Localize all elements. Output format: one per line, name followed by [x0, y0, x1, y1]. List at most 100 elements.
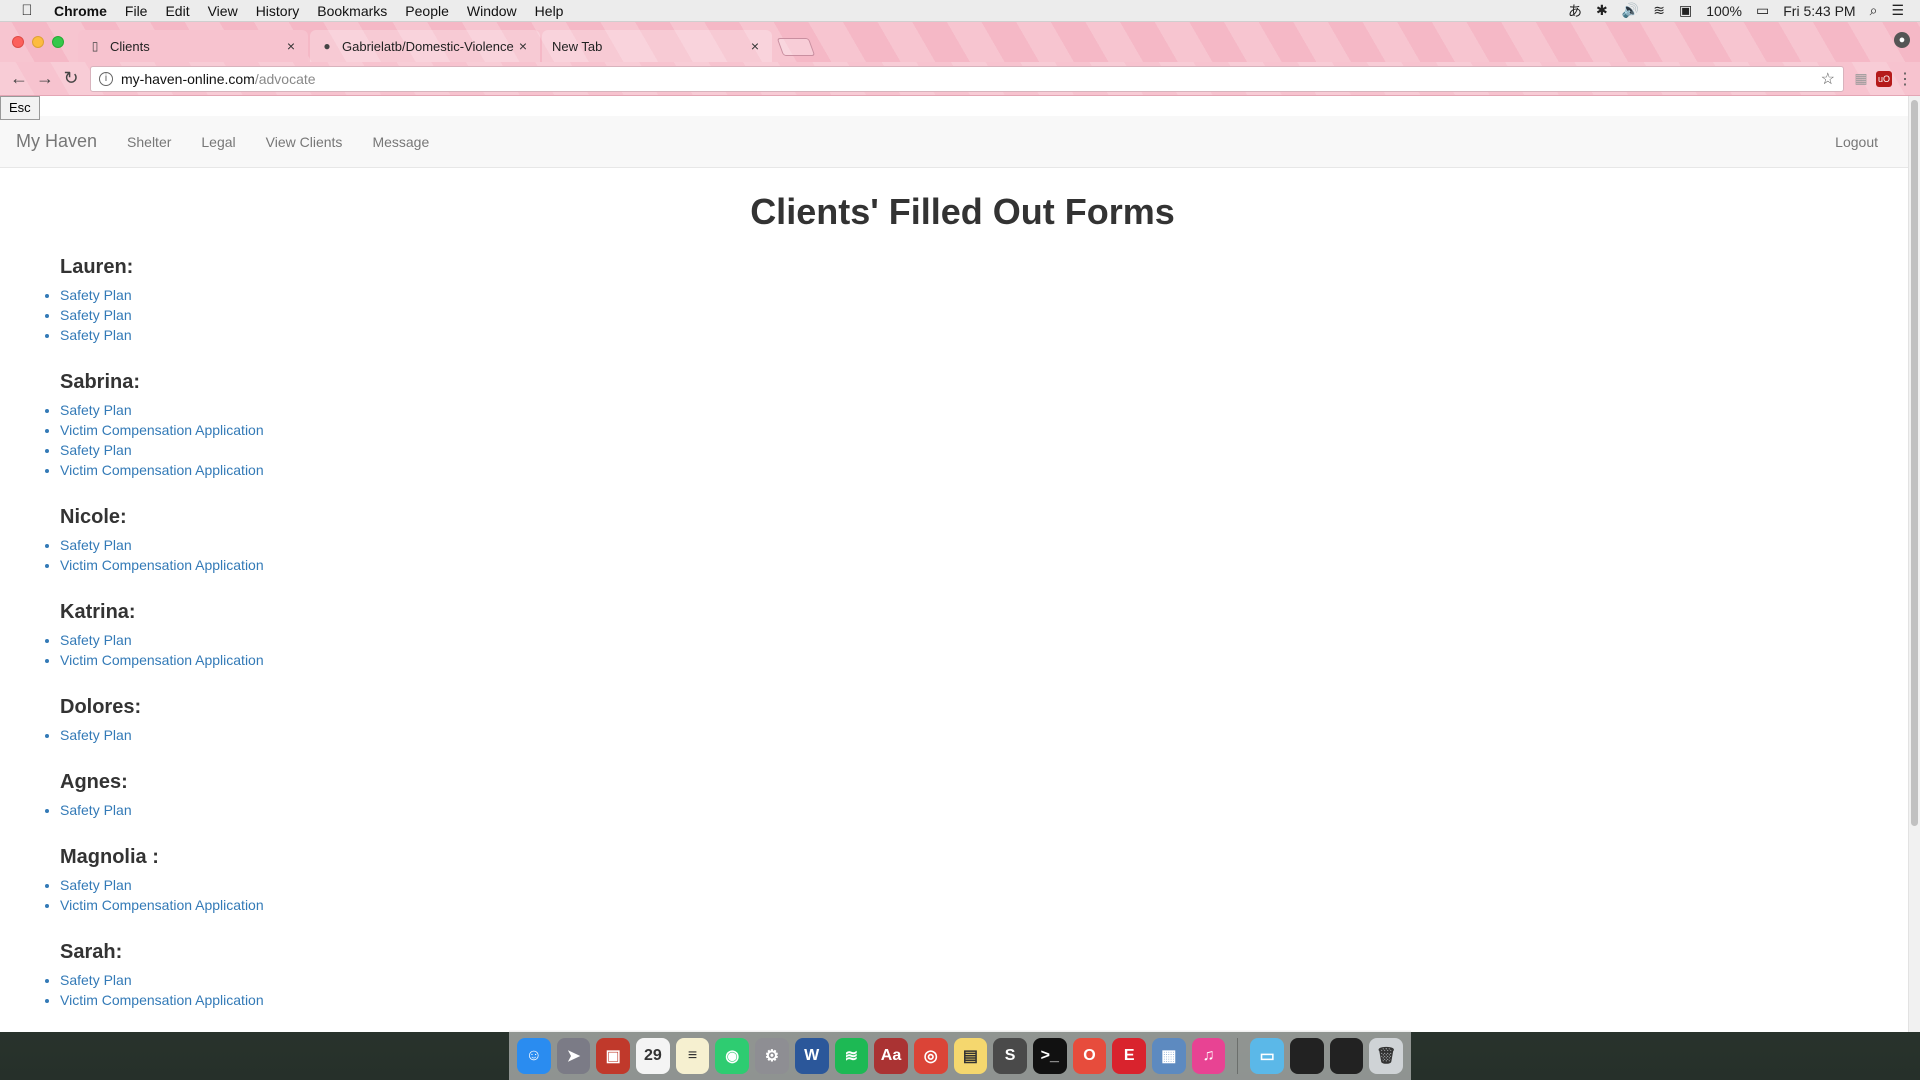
menu-window[interactable]: Window [458, 3, 526, 19]
form-link[interactable]: Victim Compensation Application [60, 555, 640, 575]
word-icon[interactable]: W [794, 1037, 829, 1074]
client-section: Magnolia : Safety Plan Victim Compensati… [40, 846, 640, 915]
input-method-icon[interactable]: あ [1568, 1, 1582, 21]
form-link[interactable]: Safety Plan [60, 305, 640, 325]
form-link[interactable]: Victim Compensation Application [60, 895, 640, 915]
form-link[interactable]: Victim Compensation Application [60, 460, 640, 480]
apple-icon[interactable]:  [0, 2, 54, 19]
page-scrollbar[interactable] [1908, 96, 1920, 1032]
notification-center-icon[interactable]: ☰ [1891, 2, 1904, 19]
window-thumb-icon[interactable] [1290, 1037, 1324, 1074]
form-link[interactable]: Victim Compensation Application [60, 420, 640, 440]
bluetooth-icon[interactable]: ✱ [1596, 2, 1608, 19]
browser-window: ▯ Clients × ● Gabrielatb/Domestic-Violen… [0, 22, 1920, 1032]
notes-icon[interactable]: ≡ [675, 1037, 710, 1074]
new-tab-button[interactable] [776, 38, 816, 56]
minimize-window-button[interactable] [32, 36, 44, 48]
battery-icon[interactable]: ▭ [1756, 2, 1769, 19]
info-icon[interactable]: i [99, 71, 113, 86]
tab-clients[interactable]: ▯ Clients × [78, 30, 308, 62]
finder-icon[interactable]: ☺ [517, 1037, 551, 1074]
menu-view[interactable]: View [199, 3, 247, 19]
photo-booth-icon[interactable]: ▣ [596, 1037, 631, 1074]
client-name: Dolores: [60, 696, 142, 718]
wifi-icon[interactable]: ≋ [1653, 2, 1665, 19]
bookmark-star-icon[interactable]: ☆ [1821, 69, 1835, 89]
clock[interactable]: Fri 5:43 PM [1783, 3, 1855, 19]
form-link[interactable]: Safety Plan [60, 440, 640, 460]
close-window-button[interactable] [12, 36, 24, 48]
calendar-icon[interactable]: 29 [636, 1037, 670, 1074]
form-list: Safety Plan Safety Plan Safety Plan [40, 285, 640, 345]
site-brand[interactable]: My Haven [0, 131, 112, 152]
battery-percent[interactable]: 100% [1706, 3, 1742, 19]
page-title: Clients' Filled Out Forms [750, 191, 1175, 232]
form-link[interactable]: Safety Plan [60, 875, 640, 895]
evernote-icon[interactable]: E [1112, 1037, 1146, 1074]
nav-view-clients[interactable]: View Clients [251, 134, 358, 150]
menu-app-name[interactable]: Chrome [54, 3, 116, 19]
facetime-icon[interactable]: ◉ [715, 1037, 750, 1074]
profile-icon[interactable]: ● [1894, 32, 1910, 48]
nav-message[interactable]: Message [357, 134, 444, 150]
sublime-text-icon[interactable]: S [993, 1037, 1027, 1074]
menu-bookmarks[interactable]: Bookmarks [308, 3, 396, 19]
menu-people[interactable]: People [396, 3, 458, 19]
form-link[interactable]: Safety Plan [60, 800, 640, 820]
stickies-icon[interactable]: ▤ [953, 1037, 988, 1074]
form-link[interactable]: Safety Plan [60, 285, 640, 305]
logout-link[interactable]: Logout [1835, 134, 1908, 150]
folder-icon[interactable]: ▭ [1250, 1037, 1284, 1074]
ublock-icon[interactable]: uO [1876, 70, 1892, 87]
more-menu-icon[interactable]: ⋮ [1896, 69, 1914, 89]
menu-edit[interactable]: Edit [156, 3, 198, 19]
extension-icon[interactable]: ▦ [1850, 70, 1872, 87]
form-link[interactable]: Safety Plan [60, 970, 640, 990]
nav-legal[interactable]: Legal [186, 134, 250, 150]
close-icon[interactable]: × [516, 38, 530, 54]
close-icon[interactable]: × [284, 38, 298, 54]
form-link[interactable]: Safety Plan [60, 400, 640, 420]
client-name: Agnes: [60, 771, 128, 793]
dictionary-icon[interactable]: Aa [874, 1037, 908, 1074]
tab-title: Clients [110, 38, 150, 54]
forward-arrow-icon[interactable]: → [32, 66, 58, 92]
tab-new-tab[interactable]: New Tab × [542, 30, 772, 62]
form-link[interactable]: Safety Plan [60, 535, 640, 555]
office-icon[interactable]: O [1072, 1037, 1107, 1074]
terminal-icon[interactable]: >_ [1032, 1037, 1067, 1074]
form-list: Safety Plan Victim Compensation Applicat… [40, 400, 640, 480]
menu-history[interactable]: History [247, 3, 309, 19]
nav-shelter[interactable]: Shelter [112, 134, 186, 150]
form-link[interactable]: Safety Plan [60, 725, 640, 745]
client-section: Lauren: Safety Plan Safety Plan Safety P… [40, 256, 640, 345]
address-bar[interactable]: i my-haven-online.com/advocate ☆ [90, 65, 1844, 92]
tab-github[interactable]: ● Gabrielatb/Domestic-Violence × [310, 30, 540, 62]
itunes-icon[interactable]: ♫ [1191, 1037, 1226, 1074]
preview-icon[interactable]: ▦ [1152, 1037, 1186, 1074]
chrome-icon[interactable]: ◎ [913, 1037, 948, 1074]
form-link[interactable]: Safety Plan [60, 325, 640, 345]
reload-icon[interactable]: ↻ [58, 66, 84, 92]
system-preferences-icon[interactable]: ⚙ [755, 1037, 789, 1074]
form-link[interactable]: Safety Plan [60, 630, 640, 650]
volume-icon[interactable]: 🔊 [1622, 2, 1639, 19]
close-icon[interactable]: × [748, 38, 762, 54]
launchpad-icon[interactable]: ➤ [556, 1037, 591, 1074]
window-thumb-icon[interactable] [1329, 1037, 1364, 1074]
back-arrow-icon[interactable]: ← [6, 66, 32, 92]
tabs: ▯ Clients × ● Gabrielatb/Domestic-Violen… [78, 30, 816, 62]
client-section: Agnes: Safety Plan [40, 771, 640, 820]
form-link[interactable]: Victim Compensation Application [60, 650, 640, 670]
url-path: /advocate [254, 70, 316, 87]
menu-help[interactable]: Help [526, 3, 573, 19]
spotlight-search-icon[interactable]: ⌕ [1870, 2, 1878, 19]
menu-file[interactable]: File [116, 3, 157, 19]
spotify-icon[interactable]: ≋ [834, 1037, 869, 1074]
zoom-window-button[interactable] [52, 36, 64, 48]
trash-icon[interactable]: 🗑 [1369, 1037, 1404, 1074]
scrollbar-thumb[interactable] [1911, 100, 1918, 826]
esc-button[interactable]: Esc [0, 96, 40, 120]
display-icon[interactable]: ▣ [1679, 2, 1692, 19]
form-link[interactable]: Victim Compensation Application [60, 990, 640, 1010]
